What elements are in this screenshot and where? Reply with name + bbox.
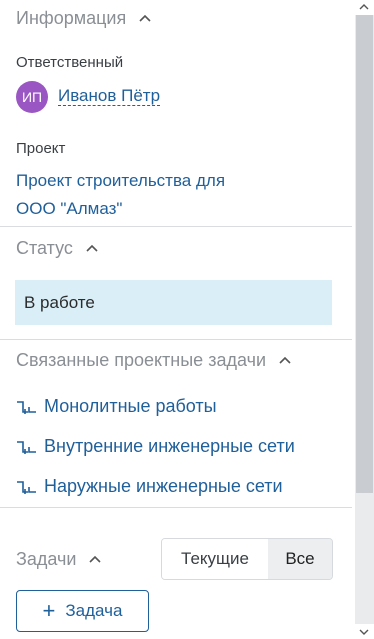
filter-all-button[interactable]: Все <box>268 539 332 579</box>
related-header-label: Связанные проектные задачи <box>16 350 267 370</box>
tasks-section-header[interactable]: Задачи <box>16 549 102 570</box>
scroll-up-arrow-icon[interactable] <box>359 3 369 11</box>
related-task-link[interactable]: Монолитные работы <box>16 396 217 417</box>
chevron-up-icon[interactable] <box>278 356 292 366</box>
related-task-label: Наружные инженерные сети <box>44 476 283 496</box>
related-task-label: Монолитные работы <box>44 396 217 416</box>
chevron-up-icon[interactable] <box>85 244 99 254</box>
status-header-label: Статус <box>16 238 73 258</box>
info-header-label: Информация <box>16 8 127 28</box>
subtask-icon <box>17 440 36 454</box>
status-section-header[interactable]: Статус <box>16 238 99 259</box>
info-section-header[interactable]: Информация <box>16 8 152 29</box>
divider <box>0 339 352 340</box>
responsible-user-link[interactable]: Иванов Пётр <box>58 86 161 106</box>
details-panel: Информация Ответственный ИП Иванов Пётр … <box>0 0 352 639</box>
divider <box>0 226 352 227</box>
scrollbar-thumb[interactable] <box>356 15 373 493</box>
subtask-icon <box>17 400 36 414</box>
plus-icon: + <box>42 598 56 623</box>
project-link-line1: Проект строительства для <box>16 171 226 190</box>
add-task-button[interactable]: + Задача <box>16 590 149 632</box>
related-task-link[interactable]: Наружные инженерные сети <box>16 476 283 497</box>
scroll-down-arrow-icon[interactable] <box>359 628 369 636</box>
chevron-up-icon[interactable] <box>138 14 152 24</box>
filter-current-button[interactable]: Текущие <box>162 539 268 579</box>
project-label: Проект <box>16 140 66 157</box>
project-link-line2: ООО "Алмаз" <box>16 199 123 218</box>
responsible-label: Ответственный <box>16 54 124 71</box>
related-tasks-section-header[interactable]: Связанные проектные задачи <box>16 350 292 371</box>
status-value[interactable]: В работе <box>15 280 332 325</box>
tasks-header-label: Задачи <box>16 549 77 569</box>
add-task-label: Задача <box>65 601 123 620</box>
project-link[interactable]: Проект строительства для ООО "Алмаз" <box>16 167 225 223</box>
related-task-link[interactable]: Внутренние инженерные сети <box>16 436 295 457</box>
divider <box>0 507 352 508</box>
avatar[interactable]: ИП <box>16 81 48 113</box>
related-task-label: Внутренние инженерные сети <box>44 436 295 456</box>
tasks-filter-toggle: Текущие Все <box>161 538 333 580</box>
chevron-up-icon[interactable] <box>88 555 102 565</box>
subtask-icon <box>17 480 36 494</box>
